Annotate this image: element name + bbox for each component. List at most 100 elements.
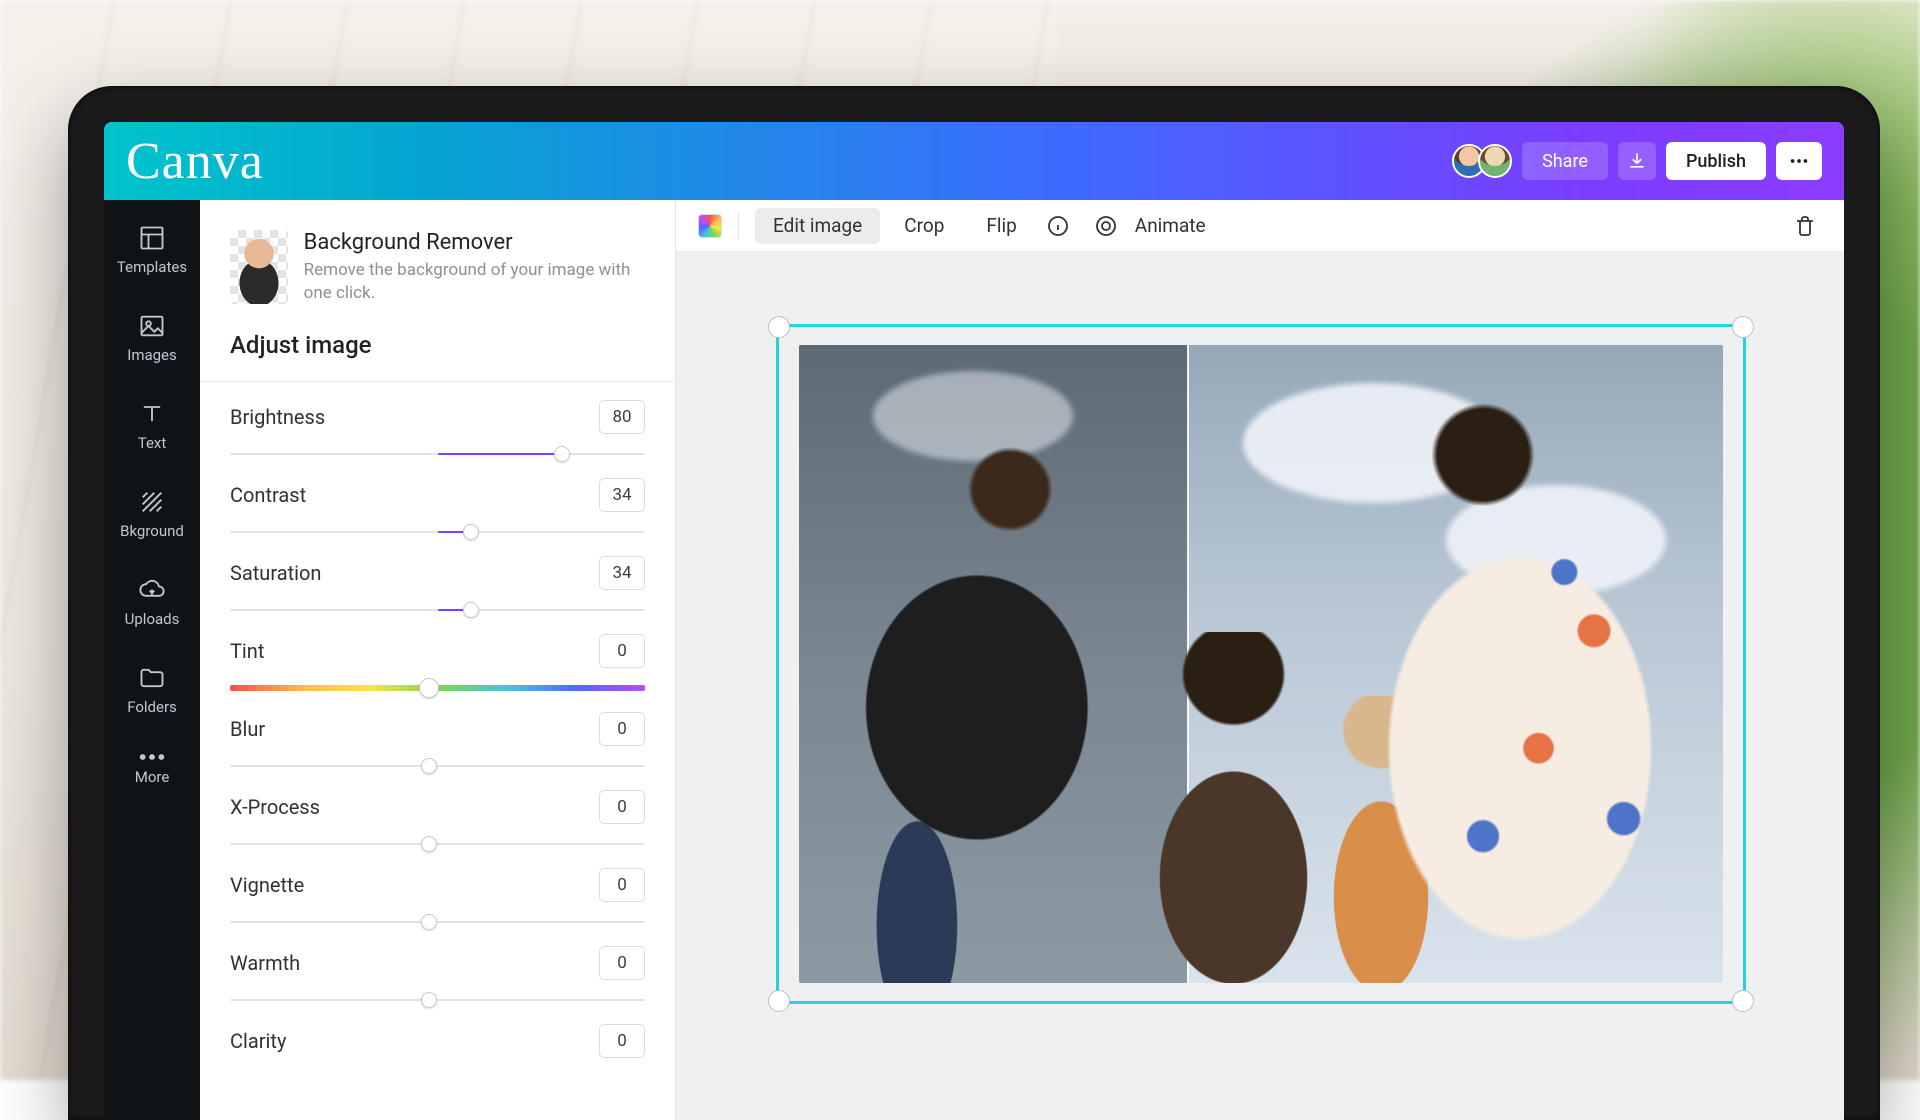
warmth-slider[interactable]	[230, 990, 645, 1010]
blur-value[interactable]: 0	[599, 712, 645, 746]
rail-more[interactable]: More	[104, 746, 200, 792]
brightness-label: Brightness	[230, 405, 325, 429]
trash-icon	[1793, 214, 1817, 238]
bg-remover-thumb	[230, 230, 288, 304]
animate-button[interactable]: Animate	[1129, 208, 1224, 244]
warmth-label: Warmth	[230, 951, 300, 975]
color-picker[interactable]	[698, 214, 722, 238]
crop-button[interactable]: Crop	[886, 208, 962, 244]
warmth-value[interactable]: 0	[599, 946, 645, 980]
figure-4	[1335, 396, 1705, 983]
separator	[738, 213, 739, 239]
vignette-label: Vignette	[230, 873, 304, 897]
adjust-controls: Brightness 80 Contrast 34	[200, 382, 675, 1072]
resize-handle-tr[interactable]	[1732, 316, 1754, 338]
control-warmth: Warmth 0	[230, 946, 645, 1010]
saturation-value[interactable]: 34	[599, 556, 645, 590]
resize-handle-tl[interactable]	[768, 316, 790, 338]
control-clarity: Clarity 0	[230, 1024, 645, 1058]
brightness-value[interactable]: 80	[599, 400, 645, 434]
control-vignette: Vignette 0	[230, 868, 645, 932]
share-button[interactable]: Share	[1522, 142, 1608, 180]
text-icon	[138, 400, 166, 428]
resize-handle-bl[interactable]	[768, 990, 790, 1012]
left-rail: Templates Images Text Bkground Uploads	[104, 200, 200, 1120]
templates-icon	[138, 224, 166, 252]
resize-handle-br[interactable]	[1732, 990, 1754, 1012]
contrast-slider[interactable]	[230, 522, 645, 542]
contrast-value[interactable]: 34	[599, 478, 645, 512]
tint-label: Tint	[230, 639, 264, 663]
bg-remover-card[interactable]: Background Remover Remove the background…	[200, 200, 675, 327]
figure-1	[817, 409, 1150, 983]
collaborator-avatars[interactable]	[1452, 144, 1512, 178]
animate-icon	[1094, 214, 1118, 238]
xprocess-label: X-Process	[230, 795, 320, 819]
avatar-2[interactable]	[1478, 144, 1512, 178]
vignette-value[interactable]: 0	[599, 868, 645, 902]
flip-button[interactable]: Flip	[968, 208, 1034, 244]
vignette-slider[interactable]	[230, 912, 645, 932]
uploads-icon	[138, 576, 166, 604]
folders-icon	[138, 664, 166, 692]
topbar: Canva Share Publish	[104, 122, 1844, 200]
bg-remover-subtitle: Remove the background of your image with…	[304, 259, 645, 305]
selection-frame[interactable]	[776, 324, 1746, 1004]
saturation-slider[interactable]	[230, 600, 645, 620]
selected-image[interactable]	[799, 345, 1723, 983]
rail-text[interactable]: Text	[104, 394, 200, 458]
contrast-label: Contrast	[230, 483, 306, 507]
rail-background[interactable]: Bkground	[104, 482, 200, 546]
tint-slider[interactable]	[230, 678, 645, 698]
adjust-image-heading: Adjust image	[200, 327, 675, 381]
context-toolbar: Edit image Crop Flip Animate	[676, 200, 1844, 252]
rail-images-label: Images	[127, 346, 177, 364]
info-icon	[1046, 214, 1070, 238]
control-saturation: Saturation 34	[230, 556, 645, 620]
blur-slider[interactable]	[230, 756, 645, 776]
control-tint: Tint 0	[230, 634, 645, 698]
side-panel: Background Remover Remove the background…	[200, 200, 676, 1120]
figure-2	[1132, 632, 1335, 983]
clarity-label: Clarity	[230, 1029, 286, 1053]
rail-templates[interactable]: Templates	[104, 218, 200, 282]
rail-images[interactable]: Images	[104, 306, 200, 370]
rail-uploads-label: Uploads	[125, 610, 180, 628]
rail-more-label: More	[135, 768, 170, 786]
control-brightness: Brightness 80	[230, 400, 645, 464]
control-xprocess: X-Process 0	[230, 790, 645, 854]
tint-value[interactable]: 0	[599, 634, 645, 668]
clarity-value[interactable]: 0	[599, 1024, 645, 1058]
rail-uploads[interactable]: Uploads	[104, 570, 200, 634]
rail-folders[interactable]: Folders	[104, 658, 200, 722]
canvas-stage[interactable]	[676, 252, 1844, 1120]
download-icon	[1627, 151, 1647, 171]
saturation-label: Saturation	[230, 561, 321, 585]
rail-text-label: Text	[138, 434, 167, 452]
control-blur: Blur 0	[230, 712, 645, 776]
delete-button[interactable]	[1788, 209, 1822, 243]
control-contrast: Contrast 34	[230, 478, 645, 542]
xprocess-slider[interactable]	[230, 834, 645, 854]
bg-remover-title: Background Remover	[304, 230, 645, 255]
laptop-frame: Canva Share Publish Templates	[68, 86, 1880, 1120]
rail-background-label: Bkground	[120, 522, 184, 540]
background-icon	[138, 488, 166, 516]
xprocess-value[interactable]: 0	[599, 790, 645, 824]
app-screen: Canva Share Publish Templates	[104, 122, 1844, 1120]
edit-image-button[interactable]: Edit image	[755, 208, 880, 244]
download-button[interactable]	[1618, 142, 1656, 180]
canvas-area: Edit image Crop Flip Animate	[676, 200, 1844, 1120]
more-icon	[138, 752, 166, 762]
animate-icon-button[interactable]	[1089, 209, 1123, 243]
brightness-slider[interactable]	[230, 444, 645, 464]
rail-folders-label: Folders	[127, 698, 177, 716]
publish-button[interactable]: Publish	[1666, 142, 1766, 180]
info-button[interactable]	[1041, 209, 1075, 243]
ellipsis-icon	[1788, 150, 1810, 172]
brand-logo[interactable]: Canva	[126, 132, 264, 191]
images-icon	[138, 312, 166, 340]
more-button[interactable]	[1776, 142, 1822, 180]
blur-label: Blur	[230, 717, 265, 741]
rail-templates-label: Templates	[117, 258, 187, 276]
